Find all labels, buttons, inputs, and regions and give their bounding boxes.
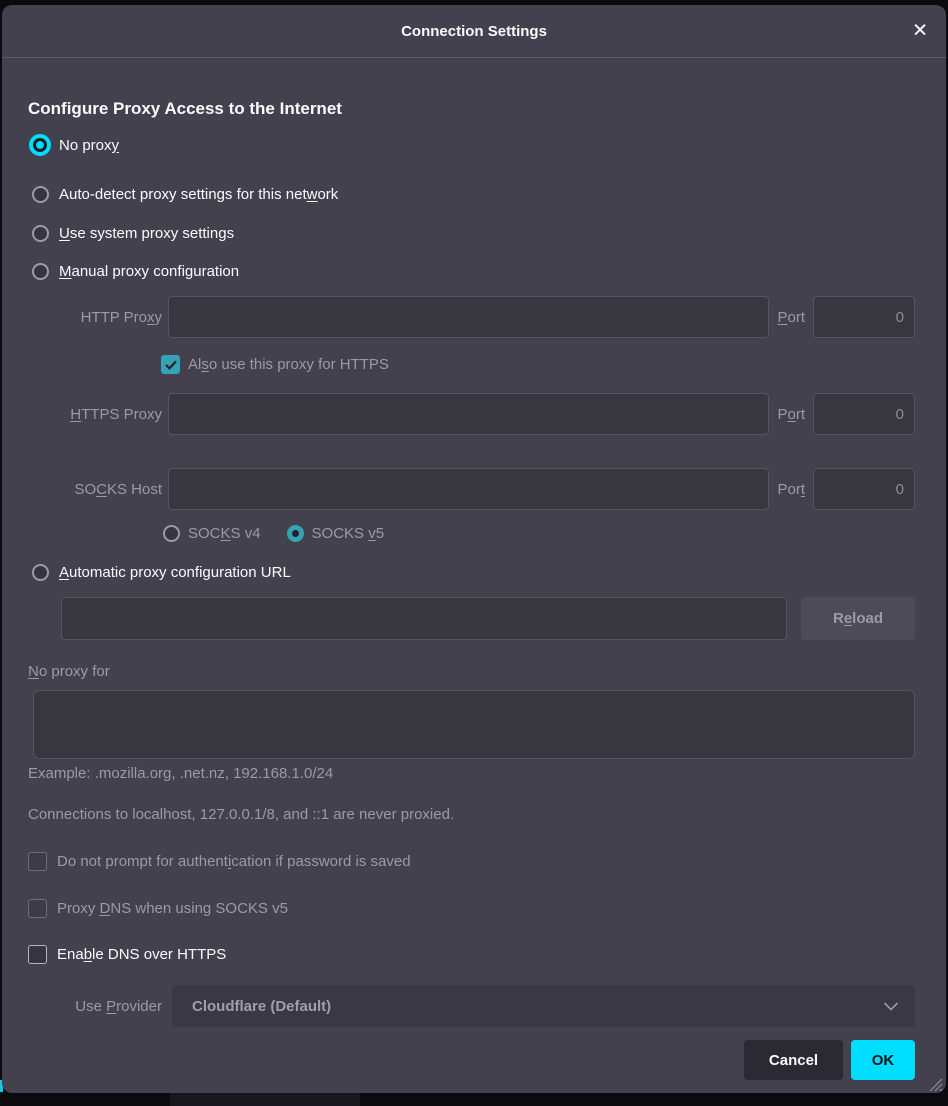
check-icon [165,360,177,370]
https-port-label: Port [777,406,805,423]
radio-row-no-proxy[interactable]: No proxy [28,132,915,158]
http-proxy-label: HTTP Proxy [28,309,162,326]
localhost-note-row: Connections to localhost, 127.0.0.1/8, a… [28,803,915,825]
manual-proxy-label[interactable]: Manual proxy configuration [59,263,239,280]
automatic-url-input[interactable] [61,597,787,640]
socks-port-input[interactable]: 0 [813,468,915,510]
example-text: Example: .mozilla.org, .net.nz, 192.168.… [28,765,333,782]
auto-detect-radio[interactable] [32,186,49,203]
proxy-dns-checkbox[interactable] [28,899,47,918]
radio-row-automatic-proxy[interactable]: Automatic proxy configuration URL [28,561,915,583]
enable-doh-checkbox[interactable] [28,945,47,964]
chevron-down-icon [883,1002,899,1011]
no-prompt-auth-row[interactable]: Do not prompt for authentication if pass… [28,851,915,872]
provider-row: Use Provider Cloudflare (Default) [28,985,915,1027]
https-proxy-row: HTTPS Proxy Port 0 [28,393,915,435]
close-icon[interactable]: ✕ [912,22,928,41]
http-proxy-input[interactable] [168,296,769,338]
manual-proxy-radio[interactable] [32,263,49,280]
automatic-proxy-radio[interactable] [32,564,49,581]
background-page-strip [170,1093,360,1106]
socks-version-row: SOCKS v4 SOCKS v5 [163,523,915,544]
socks-host-row: SOCKS Host Port 0 [28,468,915,510]
socks-port-label: Port [777,481,805,498]
dialog-button-row: Cancel OK [744,1040,915,1080]
socks-v5-label[interactable]: SOCKS v5 [312,525,385,542]
use-provider-label: Use Provider [28,998,162,1015]
ok-button[interactable]: OK [851,1040,915,1080]
resize-grip-icon[interactable] [928,1077,943,1097]
socks-v5-radio[interactable] [287,525,304,542]
also-https-label[interactable]: Also use this proxy for HTTPS [188,356,389,373]
http-port-label: Port [777,309,805,326]
provider-select[interactable]: Cloudflare (Default) [172,985,915,1027]
cancel-button[interactable]: Cancel [744,1040,843,1080]
localhost-note-text: Connections to localhost, 127.0.0.1/8, a… [28,806,454,823]
proxy-dns-row[interactable]: Proxy DNS when using SOCKS v5 [28,898,915,919]
automatic-proxy-label[interactable]: Automatic proxy configuration URL [59,564,291,581]
page-title: Configure Proxy Access to the Internet [28,99,342,119]
no-proxy-radio[interactable] [29,134,51,156]
no-proxy-label[interactable]: No proxy [59,137,119,154]
provider-selected-value: Cloudflare (Default) [192,998,331,1015]
also-https-checkbox[interactable] [161,355,180,374]
auto-detect-label[interactable]: Auto-detect proxy settings for this netw… [59,186,338,203]
socks-v4-radio[interactable] [163,525,180,542]
enable-doh-label[interactable]: Enable DNS over HTTPS [57,946,226,963]
https-proxy-input[interactable] [168,393,769,435]
no-prompt-auth-checkbox[interactable] [28,852,47,871]
dialog-titlebar: Connection Settings ✕ [2,5,946,58]
https-port-input[interactable]: 0 [813,393,915,435]
socks-host-input[interactable] [168,468,769,510]
dialog-title: Connection Settings [401,23,547,40]
no-prompt-auth-label[interactable]: Do not prompt for authentication if pass… [57,853,411,870]
enable-doh-row[interactable]: Enable DNS over HTTPS [28,944,915,965]
socks-host-label: SOCKS Host [28,481,162,498]
connection-settings-dialog: Connection Settings ✕ Configure Proxy Ac… [2,5,946,1093]
proxy-dns-label[interactable]: Proxy DNS when using SOCKS v5 [57,900,288,917]
radio-row-manual-proxy[interactable]: Manual proxy configuration [28,258,915,284]
no-proxy-for-label: No proxy for [28,663,110,680]
radio-row-system-proxy[interactable]: Use system proxy settings [28,220,915,246]
http-proxy-row: HTTP Proxy Port 0 [28,296,915,338]
system-proxy-radio[interactable] [32,225,49,242]
https-proxy-label: HTTPS Proxy [28,406,162,423]
system-proxy-label[interactable]: Use system proxy settings [59,225,234,242]
example-row: Example: .mozilla.org, .net.nz, 192.168.… [28,762,915,784]
socks-v4-label[interactable]: SOCKS v4 [188,525,261,542]
also-https-row[interactable]: Also use this proxy for HTTPS [161,354,915,375]
no-proxy-for-row: No proxy for [28,660,915,682]
no-proxy-for-textarea[interactable] [33,690,915,759]
automatic-url-row: Reload [61,597,915,640]
http-port-input[interactable]: 0 [813,296,915,338]
radio-row-auto-detect[interactable]: Auto-detect proxy settings for this netw… [28,181,915,207]
reload-button[interactable]: Reload [801,597,915,640]
